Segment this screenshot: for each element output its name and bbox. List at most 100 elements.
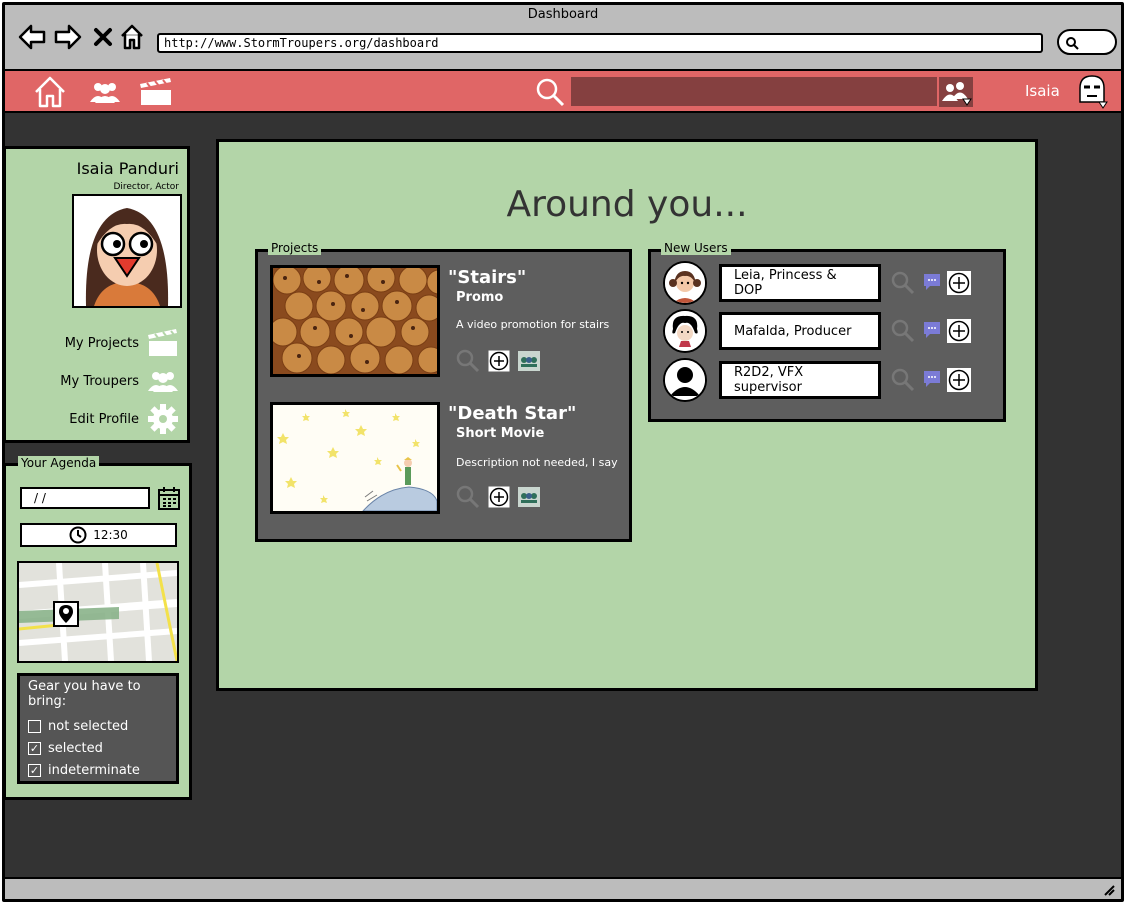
add-icon[interactable] xyxy=(488,486,510,508)
cartoon-girl-avatar-icon xyxy=(85,208,169,306)
checkbox-checked[interactable]: ✓ xyxy=(28,741,41,755)
menu-edit-profile-label: Edit Profile xyxy=(69,411,139,427)
new-user-label[interactable]: Leia, Princess & DOP xyxy=(719,264,881,302)
new-user-row: Leia, Princess & DOP xyxy=(663,261,1003,305)
project-thumbnail-stairs[interactable] xyxy=(270,265,440,377)
new-users-group: New Users Leia, Princess & DOP Mafalda, … xyxy=(648,241,1006,422)
cookies-image xyxy=(273,268,437,374)
new-user-row: R2D2, VFX supervisor xyxy=(663,358,1003,402)
chat-icon[interactable] xyxy=(923,370,941,388)
project-description: Description not needed, I say xyxy=(456,456,618,469)
zoom-icon[interactable] xyxy=(456,349,480,373)
little-prince-image xyxy=(273,405,437,511)
browser-status-bar xyxy=(5,877,1121,899)
zoom-icon[interactable] xyxy=(456,485,480,509)
menu-edit-profile[interactable]: Edit Profile xyxy=(69,403,179,435)
user-avatar-leia[interactable] xyxy=(663,261,707,305)
gear-item-label: indeterminate xyxy=(48,762,140,778)
user-filter-icon[interactable] xyxy=(939,77,973,107)
mafalda-avatar-icon xyxy=(665,311,705,351)
home-icon[interactable] xyxy=(119,23,145,51)
new-users-label: New Users xyxy=(661,241,731,255)
project-description: A video promotion for stairs xyxy=(456,318,610,331)
gear-item-indeterminate[interactable]: ✓ indeterminate xyxy=(28,759,168,781)
app-navbar: Isaia xyxy=(5,71,1121,113)
page-title: Around you... xyxy=(506,184,748,225)
gear-checklist: Gear you have to bring: not selected ✓ s… xyxy=(17,673,179,784)
chat-icon[interactable] xyxy=(923,321,941,339)
gear-item-not-selected[interactable]: not selected xyxy=(28,715,168,737)
project-title[interactable]: "Death Star" xyxy=(448,403,576,424)
search-icon[interactable] xyxy=(535,77,565,107)
new-user-label[interactable]: Mafalda, Producer xyxy=(719,312,881,350)
browser-window: Dashboard http://www.StormTroupers.org/d… xyxy=(2,2,1124,902)
menu-my-projects-label: My Projects xyxy=(64,335,139,351)
browser-search-field[interactable] xyxy=(1057,29,1117,55)
user-avatar-r2d2[interactable] xyxy=(663,358,707,402)
time-field[interactable]: 12:30 xyxy=(20,523,177,547)
add-icon[interactable] xyxy=(488,350,510,372)
zoom-icon[interactable] xyxy=(891,319,915,343)
gear-item-label: selected xyxy=(48,740,103,756)
url-bar[interactable]: http://www.StormTroupers.org/dashboard xyxy=(157,33,1043,53)
project-thumbnail-death-star[interactable] xyxy=(270,402,440,514)
main-content-panel: Around you... Projects "Stairs" Promo A … xyxy=(216,139,1038,691)
new-user-row: Mafalda, Producer xyxy=(663,309,1003,353)
project-actions xyxy=(456,485,540,509)
stop-x-icon[interactable] xyxy=(93,23,113,51)
location-map[interactable] xyxy=(17,561,179,663)
window-title: Dashboard xyxy=(527,7,599,22)
checkbox-checked[interactable]: ✓ xyxy=(28,763,41,777)
gear-item-selected[interactable]: ✓ selected xyxy=(28,737,168,759)
menu-my-projects[interactable]: My Projects xyxy=(65,327,179,359)
user-avatar-mafalda[interactable] xyxy=(663,309,707,353)
agenda-panel: Your Agenda / / 12:30 Gear you have to b… xyxy=(5,456,192,800)
add-user-icon[interactable] xyxy=(947,368,971,392)
stormtrooper-avatar-icon[interactable] xyxy=(1075,74,1109,110)
profile-panel: Isaia Panduri Director, Actor My Project… xyxy=(5,146,190,443)
projects-label: Projects xyxy=(268,241,322,255)
search-input[interactable] xyxy=(571,77,937,106)
project-type: Promo xyxy=(456,290,504,305)
home-nav-icon[interactable] xyxy=(33,75,67,109)
person-silhouette-icon xyxy=(665,360,705,400)
gear-item-label: not selected xyxy=(48,718,129,734)
projects-group: Projects "Stairs" Promo A video promotio… xyxy=(255,241,632,542)
project-actions xyxy=(456,349,540,373)
clock-icon xyxy=(69,526,87,544)
map-image xyxy=(19,563,177,661)
gear-icon xyxy=(148,404,178,434)
menu-my-troupers-label: My Troupers xyxy=(60,373,139,389)
projects-nav-clapperboard-icon[interactable] xyxy=(139,78,173,106)
team-badge-icon[interactable] xyxy=(518,351,540,371)
time-value: 12:30 xyxy=(93,528,128,542)
forward-arrow-icon[interactable] xyxy=(53,23,83,51)
browser-chrome: Dashboard http://www.StormTroupers.org/d… xyxy=(5,5,1121,71)
chat-icon[interactable] xyxy=(923,273,941,291)
zoom-icon[interactable] xyxy=(891,368,915,392)
add-user-icon[interactable] xyxy=(947,319,971,343)
search-icon xyxy=(1066,37,1079,50)
zoom-icon[interactable] xyxy=(891,271,915,295)
clapperboard-icon xyxy=(148,329,177,356)
current-user-name[interactable]: Isaia xyxy=(1025,82,1060,100)
users-icon xyxy=(148,372,178,392)
calendar-icon[interactable] xyxy=(158,486,180,510)
leia-avatar-icon xyxy=(665,263,705,303)
project-type: Short Movie xyxy=(456,426,545,441)
checkbox-unchecked[interactable] xyxy=(28,719,41,733)
profile-name: Isaia Panduri xyxy=(76,159,179,178)
back-arrow-icon[interactable] xyxy=(17,23,47,51)
date-field[interactable]: / / xyxy=(20,487,150,509)
map-pin-icon xyxy=(53,601,79,627)
project-title[interactable]: "Stairs" xyxy=(448,267,526,288)
agenda-title: Your Agenda xyxy=(18,456,100,470)
gear-title: Gear you have to bring: xyxy=(28,679,141,709)
new-user-label[interactable]: R2D2, VFX supervisor xyxy=(719,361,881,399)
menu-my-troupers[interactable]: My Troupers xyxy=(60,365,179,397)
team-badge-icon[interactable] xyxy=(518,487,540,507)
add-user-icon[interactable] xyxy=(947,271,971,295)
troupers-nav-icon[interactable] xyxy=(89,80,121,104)
resize-grip-icon[interactable] xyxy=(1101,882,1115,896)
profile-avatar xyxy=(72,194,182,308)
